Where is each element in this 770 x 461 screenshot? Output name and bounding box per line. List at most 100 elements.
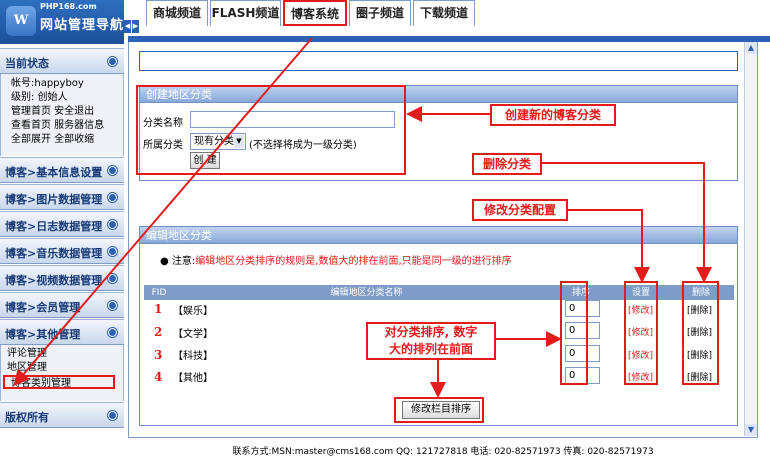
order-input[interactable]: 0: [565, 367, 600, 384]
status-links-3[interactable]: 全部展开 全部收缩: [1, 133, 123, 147]
order-input[interactable]: 0: [565, 300, 600, 317]
sidebar-section-log[interactable]: 博客>日志数据管理: [0, 211, 124, 237]
sidebar-section-photo[interactable]: 博客>图片数据管理: [0, 184, 124, 210]
callout-sort: 对分类排序, 数字 大的排列在前面: [366, 322, 496, 360]
edit-link[interactable]: [修改]: [628, 348, 653, 361]
row-number: 3: [154, 348, 163, 362]
delete-link[interactable]: [删除]: [687, 303, 712, 316]
row-name: 【文学】: [173, 329, 213, 340]
sidebar-section-label: 博客>日志数据管理: [5, 220, 103, 233]
edit-panel-header: 编辑地区分类: [139, 226, 738, 244]
logo: W PHP168.com 网站管理导航: [0, 0, 124, 44]
col-delete: 删除: [691, 288, 710, 298]
tab-flash[interactable]: FLASH频道: [210, 0, 281, 26]
toggle-icon[interactable]: [108, 328, 117, 337]
col-fid: FID: [151, 288, 167, 298]
sidebar-section-basic[interactable]: 博客>基本信息设置: [0, 157, 124, 183]
edit-link[interactable]: [修改]: [628, 303, 653, 316]
sidebar-item-regions[interactable]: 地区管理: [1, 361, 123, 375]
sidebar-status-header[interactable]: 当前状态: [0, 48, 124, 74]
sidebar-section-label: 博客>会员管理: [5, 301, 81, 314]
row-name: 【其他】: [173, 373, 213, 384]
bullet-icon: ●: [160, 256, 169, 267]
scroll-down-icon[interactable]: ▼: [745, 424, 757, 436]
parent-hint: (不选择将成为一级分类): [249, 140, 357, 151]
tab-download[interactable]: 下载频道: [413, 0, 475, 26]
level-text: 级别: 创始人: [11, 92, 68, 103]
other-items-panel: 评论管理 地区管理 博客类别管理: [0, 345, 124, 401]
logo-mark: W: [6, 6, 36, 36]
toggle-icon[interactable]: [108, 274, 117, 283]
sidebar-section-video[interactable]: 博客>视频数据管理: [0, 265, 124, 291]
top-blank-box: [139, 51, 738, 71]
row-name: 【科技】: [173, 351, 213, 362]
toggle-icon[interactable]: [108, 411, 117, 420]
parent-select-value: 现有分类: [194, 136, 234, 147]
tab-mall[interactable]: 商城频道: [146, 0, 208, 26]
callout-create: 创建新的博客分类: [490, 104, 616, 126]
callout-delete: 删除分类: [472, 153, 542, 175]
scroll-up-icon[interactable]: ▲: [745, 42, 757, 54]
order-input[interactable]: 0: [565, 322, 600, 339]
edit-link[interactable]: [修改]: [628, 325, 653, 338]
sidebar-section-label: 博客>音乐数据管理: [5, 247, 103, 260]
submit-order-button[interactable]: 修改栏目排序: [402, 401, 480, 419]
logo-title: 网站管理导航: [40, 18, 125, 33]
callout-sort-line1: 对分类排序, 数字: [384, 325, 478, 339]
tab-circle[interactable]: 圈子频道: [349, 0, 411, 26]
edit-note: ● 注意:编辑地区分类排序的规则是,数值大的排在前面,只能是同一级的进行排序: [160, 252, 512, 267]
sidebar-section-member[interactable]: 博客>会员管理: [0, 292, 124, 318]
tab-blog[interactable]: 博客系统: [283, 0, 347, 26]
sidebar-section-label: 博客>基本信息设置: [5, 166, 103, 179]
collapse-arrows[interactable]: ◀ ▶: [124, 18, 140, 33]
toggle-icon[interactable]: [108, 166, 117, 175]
row-number: 1: [154, 302, 163, 316]
status-links-2[interactable]: 查看首页 服务器信息: [1, 119, 123, 133]
arrow-right-icon[interactable]: ▶: [132, 20, 139, 33]
delete-link[interactable]: [删除]: [687, 348, 712, 361]
note-prefix: 注意:: [171, 256, 196, 267]
parent-label: 所属分类: [143, 140, 183, 151]
category-name-input[interactable]: [190, 111, 395, 128]
arrow-left-icon[interactable]: ◀: [124, 20, 131, 33]
status-panel: 帐号:happyboy 级别: 创始人 管理首页 安全退出 查看首页 服务器信息…: [0, 74, 124, 156]
parent-select[interactable]: 现有分类 ▼: [190, 133, 246, 150]
col-order: 排序: [571, 288, 590, 298]
status-links-1[interactable]: 管理首页 安全退出: [1, 105, 123, 119]
sidebar-item-comments[interactable]: 评论管理: [1, 347, 123, 361]
edit-link[interactable]: [修改]: [628, 370, 653, 383]
row-number: 2: [154, 325, 163, 339]
account-text: 帐号:happyboy: [11, 78, 84, 89]
sidebar-status-title: 当前状态: [5, 57, 49, 70]
toggle-icon[interactable]: [108, 57, 117, 66]
delete-link[interactable]: [删除]: [687, 370, 712, 383]
sidebar-section-other[interactable]: 博客>其他管理: [0, 319, 124, 345]
col-name: 编辑地区分类名称: [330, 288, 403, 298]
row-name: 【娱乐】: [173, 306, 213, 317]
row-number: 4: [154, 370, 163, 384]
chevron-down-icon[interactable]: ▼: [234, 135, 244, 148]
sidebar-section-label: 博客>其他管理: [5, 328, 81, 341]
delete-link[interactable]: [删除]: [687, 325, 712, 338]
left-nav: W PHP168.com 网站管理导航 当前状态 帐号:happyboy 级别:…: [0, 0, 124, 461]
toggle-icon[interactable]: [108, 193, 117, 202]
toggle-icon[interactable]: [108, 247, 117, 256]
name-label: 分类名称: [143, 118, 183, 129]
sidebar-section-label: 博客>图片数据管理: [5, 193, 103, 206]
logo-domain: PHP168.com: [40, 2, 97, 11]
callout-sort-line2: 大的排列在前面: [388, 342, 473, 356]
create-button[interactable]: 创 建: [190, 152, 220, 169]
sidebar-section-label: 博客>视频数据管理: [5, 274, 103, 287]
create-panel-header: 创建地区分类: [139, 85, 738, 103]
sidebar-item-blog-category[interactable]: 博客类别管理: [3, 375, 115, 389]
callout-modify: 修改分类配置: [472, 199, 568, 221]
sidebar-copyright[interactable]: 版权所有: [0, 402, 124, 428]
note-text: 编辑地区分类排序的规则是,数值大的排在前面,只能是同一级的进行排序: [195, 256, 512, 267]
order-input[interactable]: 0: [565, 345, 600, 362]
toggle-icon[interactable]: [108, 220, 117, 229]
toggle-icon[interactable]: [108, 301, 117, 310]
sidebar-section-music[interactable]: 博客>音乐数据管理: [0, 238, 124, 264]
scrollbar[interactable]: ▲ ▼: [744, 42, 757, 436]
sidebar-section-label: 版权所有: [5, 411, 49, 424]
col-settings: 设置: [631, 288, 650, 298]
